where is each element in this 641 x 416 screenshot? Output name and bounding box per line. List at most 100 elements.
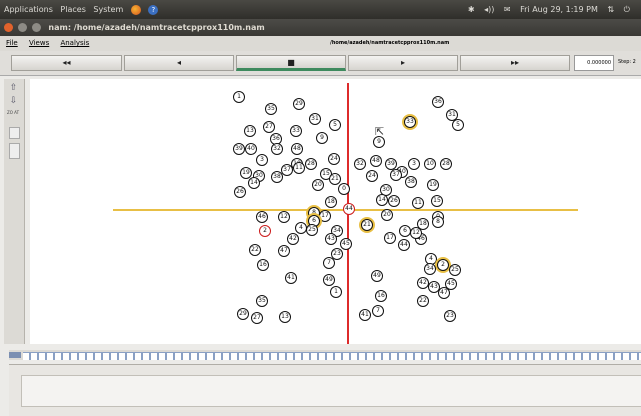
network-node[interactable]: 11 (293, 162, 305, 174)
network-node[interactable]: 43 (325, 233, 337, 245)
network-icon[interactable]: ⇅ (607, 0, 614, 19)
network-node[interactable]: 31 (309, 113, 321, 125)
network-node[interactable]: 26 (388, 195, 400, 207)
network-node[interactable]: 40 (245, 143, 257, 155)
firefox-icon[interactable] (130, 4, 141, 15)
network-node[interactable]: 9 (316, 132, 328, 144)
network-node[interactable]: 29 (293, 98, 305, 110)
network-node[interactable]: 34 (424, 263, 436, 275)
zoom-out-icon[interactable]: ⇩ (8, 96, 19, 107)
network-node[interactable]: 22 (417, 295, 429, 307)
annotation-area[interactable] (21, 375, 641, 407)
minimize-window-button[interactable] (17, 23, 27, 32)
network-node[interactable]: 49 (371, 270, 383, 282)
close-window-button[interactable] (4, 23, 13, 32)
network-node[interactable]: 8 (432, 216, 444, 228)
network-node[interactable]: 28 (440, 158, 452, 170)
network-node[interactable]: 14 (376, 194, 388, 206)
network-node[interactable]: 44 (398, 239, 410, 251)
stop-button[interactable]: ■ (236, 55, 346, 71)
network-node[interactable]: 17 (319, 210, 331, 222)
network-node[interactable]: 45 (340, 238, 352, 250)
network-node[interactable]: 23 (444, 310, 456, 322)
network-node[interactable]: 6 (399, 225, 411, 237)
network-node[interactable]: 32 (271, 143, 283, 155)
help-icon[interactable]: ? (148, 4, 159, 15)
network-node[interactable]: 16 (257, 259, 269, 271)
rewind-button[interactable]: ◂◂ (11, 55, 122, 71)
network-node[interactable]: 11 (412, 197, 424, 209)
network-node[interactable]: 24 (366, 170, 378, 182)
network-node[interactable]: 9 (373, 136, 385, 148)
network-node[interactable]: 19 (427, 179, 439, 191)
network-node[interactable]: 33 (404, 116, 416, 128)
network-node[interactable]: 0 (338, 183, 350, 195)
network-node[interactable]: 42 (287, 233, 299, 245)
network-node[interactable]: 21 (361, 219, 373, 231)
network-node[interactable]: 36 (432, 96, 444, 108)
fast-forward-button[interactable]: ▸▸ (460, 55, 570, 71)
network-node[interactable]: 47 (278, 245, 290, 257)
file-menu[interactable]: File (6, 36, 18, 51)
network-node[interactable]: 49 (323, 274, 335, 286)
network-node[interactable]: 37 (390, 169, 402, 181)
places-menu[interactable]: Places (60, 0, 85, 19)
analysis-menu[interactable]: Analysis (60, 36, 89, 51)
network-node[interactable]: 39 (233, 143, 245, 155)
network-node[interactable]: 35 (256, 295, 268, 307)
network-node[interactable]: 46 (256, 211, 268, 223)
network-node[interactable]: 2 (259, 225, 271, 237)
network-canvas[interactable]: ⇱ 13529271336315339324839403102824373819… (30, 79, 641, 344)
toolbar-slot-1[interactable] (9, 127, 20, 139)
network-node[interactable]: 41 (359, 309, 371, 321)
network-node[interactable]: 15 (431, 195, 443, 207)
network-node[interactable]: 21 (329, 173, 341, 185)
timeline[interactable] (9, 350, 641, 360)
network-node[interactable]: 48 (370, 155, 382, 167)
network-node[interactable]: 17 (384, 232, 396, 244)
applications-menu[interactable]: Applications (4, 0, 53, 19)
network-node[interactable]: 12 (278, 211, 290, 223)
network-node[interactable]: 5 (329, 119, 341, 131)
network-node[interactable]: 20 (381, 209, 393, 221)
network-node[interactable]: 2 (437, 259, 449, 271)
network-node[interactable]: 7 (323, 257, 335, 269)
toolbar-slot-2[interactable] (9, 143, 20, 159)
network-node[interactable]: 29 (237, 308, 249, 320)
system-menu[interactable]: System (93, 0, 123, 19)
network-node[interactable]: 1 (330, 286, 342, 298)
network-node[interactable]: 35 (265, 103, 277, 115)
network-node[interactable]: 28 (305, 158, 317, 170)
power-icon[interactable]: ⏻ (624, 0, 630, 19)
network-node[interactable]: 37 (281, 164, 293, 176)
zoom-in-icon[interactable]: ⇧ (8, 83, 19, 94)
network-node[interactable]: 7 (372, 305, 384, 317)
network-node[interactable]: 25 (306, 224, 318, 236)
network-node[interactable]: 13 (279, 311, 291, 323)
network-node[interactable]: 33 (290, 125, 302, 137)
network-node[interactable]: 26 (234, 186, 246, 198)
network-node[interactable]: 48 (291, 143, 303, 155)
maximize-window-button[interactable] (31, 23, 41, 32)
step-back-button[interactable]: ◂ (124, 55, 234, 71)
bluetooth-icon[interactable]: ✱ (468, 0, 475, 19)
network-node[interactable]: 44 (343, 203, 355, 215)
mail-icon[interactable]: ✉ (504, 0, 511, 19)
network-node[interactable]: 27 (263, 121, 275, 133)
network-node[interactable]: 10 (424, 158, 436, 170)
network-node[interactable]: 38 (271, 171, 283, 183)
network-node[interactable]: 18 (325, 196, 337, 208)
timeline-ticks[interactable] (23, 352, 641, 360)
network-node[interactable]: 25 (449, 264, 461, 276)
network-node[interactable]: 3 (256, 154, 268, 166)
network-node[interactable]: 1 (233, 91, 245, 103)
network-node[interactable]: 13 (244, 125, 256, 137)
network-node[interactable]: 38 (405, 176, 417, 188)
network-node[interactable]: 41 (285, 272, 297, 284)
network-node[interactable]: 3 (408, 158, 420, 170)
network-node[interactable]: 47 (438, 287, 450, 299)
clock[interactable]: Fri Aug 29, 1:19 PM (520, 0, 598, 19)
network-node[interactable]: 27 (251, 312, 263, 324)
network-node[interactable]: 14 (248, 177, 260, 189)
views-menu[interactable]: Views (29, 36, 49, 51)
